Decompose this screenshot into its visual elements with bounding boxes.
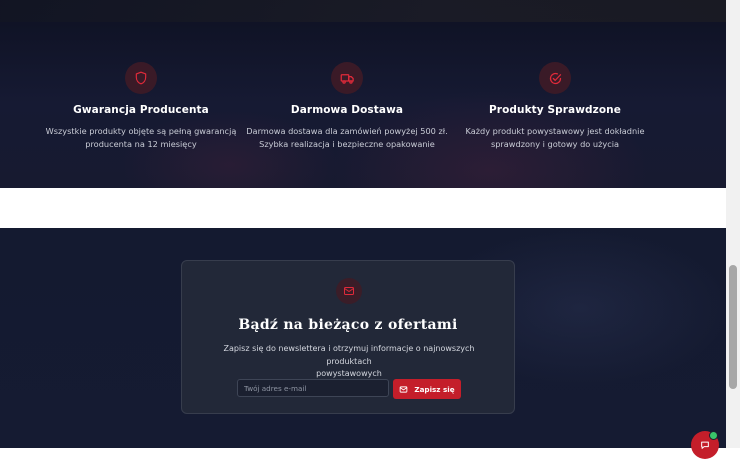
feature-title: Produkty Sprawdzone bbox=[489, 104, 621, 116]
section-divider bbox=[0, 188, 726, 228]
feature-description-line: Darmowa dostawa dla zamówień powyżej 500… bbox=[246, 126, 448, 136]
subscribe-button-label: Zapisz się bbox=[414, 384, 455, 394]
feature-description-line: Wszystkie produkty objęte są pełną gwara… bbox=[45, 126, 237, 136]
newsletter-icon-badge bbox=[336, 278, 362, 304]
feature-verified: Produkty Sprawdzone Każdy produkt powyst… bbox=[445, 62, 665, 150]
subscribe-button[interactable]: Zapisz się bbox=[393, 379, 461, 399]
feature-delivery: Darmowa Dostawa Darmowa dostawa dla zamó… bbox=[237, 62, 457, 150]
feature-description: Każdy produkt powystawowy jest dokładnie… bbox=[445, 125, 665, 150]
feature-warranty: Gwarancja Producenta Wszystkie produkty … bbox=[31, 62, 251, 150]
online-status-dot bbox=[709, 431, 718, 440]
feature-description: Darmowa dostawa dla zamówień powyżej 500… bbox=[237, 125, 457, 150]
mail-icon bbox=[344, 287, 354, 295]
shield-icon bbox=[135, 71, 147, 85]
email-input[interactable] bbox=[237, 379, 389, 397]
feature-title: Gwarancja Producenta bbox=[73, 104, 209, 116]
check-badge-icon bbox=[549, 72, 561, 84]
feature-description-line: Szybka realizacja i bezpieczne opakowani… bbox=[259, 138, 435, 149]
scrollbar-thumb[interactable] bbox=[729, 265, 737, 389]
feature-icon-badge bbox=[125, 62, 157, 94]
newsletter-section: Bądź na bieżąco z ofertami Zapisz się do… bbox=[0, 228, 726, 448]
newsletter-subtitle-line: Zapisz się do newslettera i otrzymuj inf… bbox=[223, 344, 475, 366]
feature-description: Wszystkie produkty objęte są pełną gwara… bbox=[31, 125, 251, 150]
newsletter-subtitle: Zapisz się do newslettera i otrzymuj inf… bbox=[202, 343, 496, 381]
feature-description-line: Każdy produkt powystawowy jest dokładnie bbox=[465, 126, 645, 136]
top-strip bbox=[0, 0, 726, 22]
newsletter-title: Bądź na bieżąco z ofertami bbox=[238, 317, 458, 333]
mail-icon bbox=[400, 385, 408, 393]
features-section: Gwarancja Producenta Wszystkie produkty … bbox=[0, 0, 726, 188]
feature-icon-badge bbox=[539, 62, 571, 94]
truck-icon bbox=[340, 73, 354, 84]
feature-title: Darmowa Dostawa bbox=[290, 104, 404, 116]
chat-icon bbox=[701, 441, 709, 449]
feature-description-line: sprawdzony i gotowy do użycia bbox=[490, 138, 620, 149]
feature-description-line: producenta na 12 miesięcy bbox=[85, 138, 197, 149]
feature-icon-badge bbox=[331, 62, 363, 94]
newsletter-card: Bądź na bieżąco z ofertami Zapisz się do… bbox=[181, 260, 515, 414]
